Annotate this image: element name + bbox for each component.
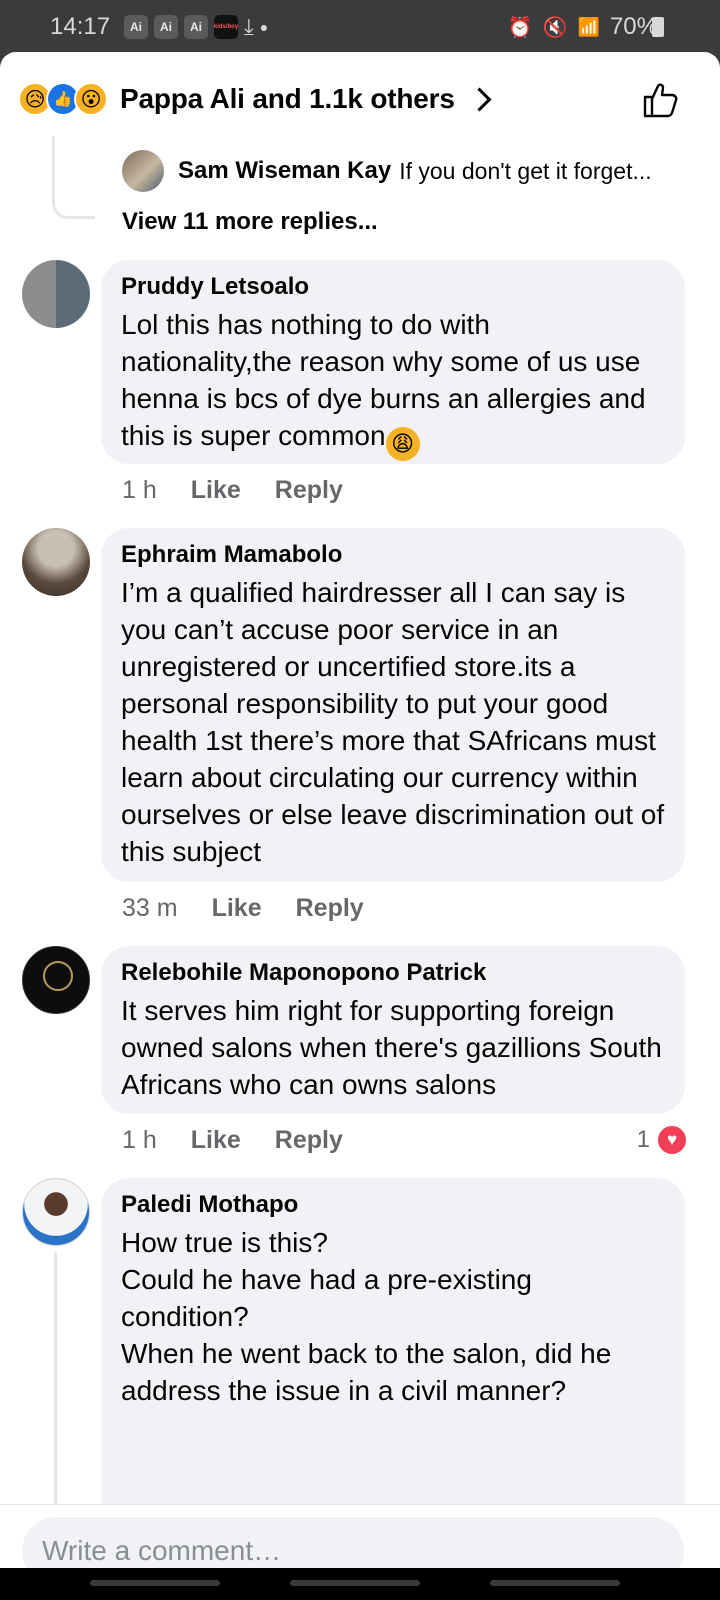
status-time: 14:17 — [50, 13, 111, 40]
thread-connector — [54, 1252, 57, 1504]
alarm-icon: ⏰ — [507, 16, 533, 39]
thread-connector — [52, 136, 95, 219]
comment-timestamp: 33 m — [122, 894, 178, 922]
view-more-replies-link[interactable]: View 11 more replies... — [122, 208, 378, 236]
avatar[interactable] — [22, 528, 90, 596]
comment-author[interactable]: Paledi Mothapo — [121, 1190, 665, 1220]
nav-handle[interactable] — [290, 1580, 420, 1586]
reply-preview[interactable]: Sam Wiseman Kay If you don't get it forg… — [122, 150, 700, 192]
comment-timestamp: 1 h — [122, 476, 157, 504]
app-notification-icon: Ai — [124, 15, 148, 39]
reply-author[interactable]: Sam Wiseman Kay — [178, 157, 391, 185]
comment-composer — [0, 1504, 720, 1568]
comment-actions: 1 h Like Reply — [122, 1126, 343, 1155]
download-icon: ⤓ — [244, 14, 254, 39]
status-bar: 14:17 Ai Ai Ai kids/boy ⤓ ● ⏰ 🔇 📶 70% — [0, 0, 720, 54]
comment-actions: 1 h Like Reply — [122, 476, 343, 505]
like-button[interactable]: Like — [191, 476, 241, 505]
like-button[interactable]: Like — [191, 1126, 241, 1155]
dot-icon: ● — [259, 19, 269, 35]
comment-text: How true is this? Could he have had a pr… — [121, 1227, 612, 1406]
status-app-icons: Ai Ai Ai kids/boy ⤓ ● — [124, 14, 268, 40]
comment-author[interactable]: Relebohile Maponopono Patrick — [121, 958, 665, 988]
reply-snippet: If you don't get it forget... — [399, 157, 652, 184]
avatar[interactable] — [122, 150, 164, 192]
app-notification-icon: Ai — [184, 15, 208, 39]
comment-actions: 33 m Like Reply — [122, 894, 364, 923]
avatar[interactable] — [22, 946, 90, 1014]
comments-panel: 😥 👍 😮 Pappa Ali and 1.1k others Sam Wise… — [0, 52, 720, 1568]
weary-face-icon: 😩 — [385, 427, 420, 461]
comment-text: Lol this has nothing to do with national… — [121, 306, 665, 461]
comment-author[interactable]: Pruddy Letsoalo — [121, 272, 665, 302]
avatar[interactable] — [22, 1178, 90, 1246]
reaction-count-value: 1 — [636, 1126, 650, 1153]
comment-bubble[interactable]: Pruddy Letsoalo Lol this has nothing to … — [101, 260, 685, 464]
battery-percent: 70% — [609, 13, 658, 40]
reply-button[interactable]: Reply — [275, 1126, 343, 1155]
reaction-count[interactable]: 1 ♥ — [637, 1124, 688, 1156]
battery-icon — [652, 17, 664, 37]
wow-reaction-icon: 😮 — [74, 82, 108, 116]
system-nav-bar — [0, 1568, 720, 1600]
comment-bubble[interactable]: Relebohile Maponopono Patrick It serves … — [101, 946, 685, 1114]
reaction-emoji-stack: 😥 👍 😮 — [18, 82, 108, 116]
comment-input[interactable] — [22, 1517, 684, 1568]
comment-text: It serves him right for supporting forei… — [121, 995, 662, 1100]
reply-button[interactable]: Reply — [296, 894, 364, 923]
avatar[interactable] — [22, 260, 90, 328]
love-reaction-icon: ♥ — [656, 1124, 688, 1156]
reactors-summary[interactable]: Pappa Ali and 1.1k others — [120, 83, 455, 115]
like-thumb-icon[interactable] — [640, 80, 680, 120]
app-notification-icon: Ai — [154, 15, 178, 39]
comment-timestamp: 1 h — [122, 1126, 157, 1154]
like-button[interactable]: Like — [212, 894, 262, 923]
mute-icon: 🔇 — [542, 16, 568, 39]
reactions-header[interactable]: 😥 👍 😮 Pappa Ali and 1.1k others — [18, 76, 702, 122]
app-notification-icon: kids/boy — [214, 15, 238, 39]
nav-handle[interactable] — [90, 1580, 220, 1586]
chevron-right-icon[interactable] — [467, 86, 492, 112]
reply-button[interactable]: Reply — [275, 476, 343, 505]
comment-bubble[interactable]: Ephraim Mamabolo I’m a qualified hairdre… — [101, 528, 685, 882]
status-indicators: ⏰ 🔇 📶 70% — [508, 13, 658, 41]
comment-bubble[interactable]: Paledi Mothapo How true is this? Could h… — [101, 1178, 685, 1538]
comment-text: I’m a qualified hairdresser all I can sa… — [121, 577, 665, 867]
nav-handle[interactable] — [490, 1580, 620, 1586]
wifi-icon: 📶 — [577, 16, 600, 37]
comment-author[interactable]: Ephraim Mamabolo — [121, 540, 665, 570]
comment-body: Lol this has nothing to do with national… — [121, 309, 646, 451]
